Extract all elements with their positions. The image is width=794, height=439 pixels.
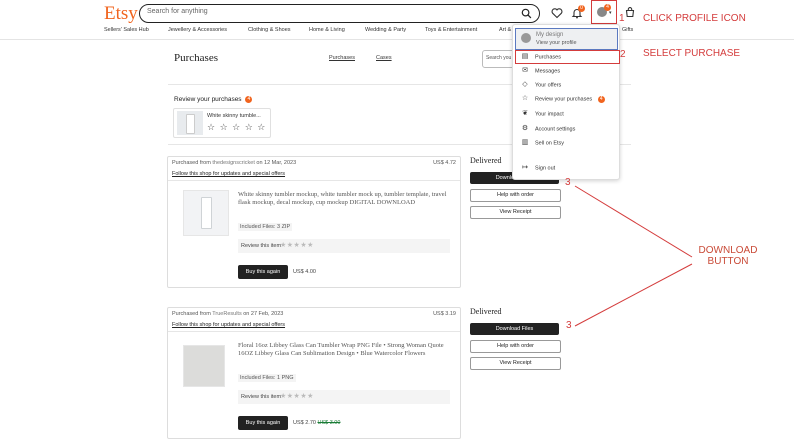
callout-line-1: DOWNLOAD: [698, 245, 758, 256]
arrow-line-upper: [574, 185, 693, 258]
download-button-callout: DOWNLOAD BUTTON: [688, 245, 768, 267]
annotation-arrows: [574, 185, 693, 327]
arrow-line-lower: [574, 263, 693, 327]
callout-line-2: BUTTON: [707, 256, 749, 267]
